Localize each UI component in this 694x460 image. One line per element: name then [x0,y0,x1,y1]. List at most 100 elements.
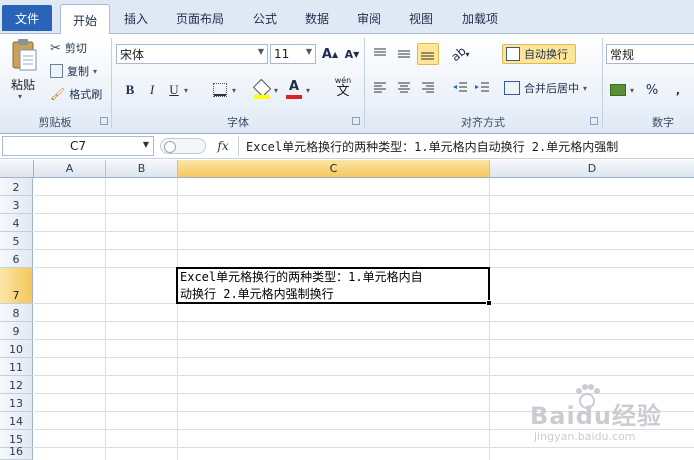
scissors-icon: ✂ [50,40,61,56]
decrease-indent-icon[interactable] [452,80,468,96]
text-orientation-icon: ab [447,43,469,65]
font-size-value: 11 [274,47,290,61]
select-all-corner[interactable] [0,160,34,178]
paste-label: 粘贴 [10,78,35,92]
active-cell-c7[interactable]: Excel单元格换行的两种类型：1.单元格内自 动换行 2.单元格内强制换行 [176,267,490,304]
column-header-a[interactable]: A [34,160,106,178]
fill-color-button[interactable] [252,78,272,99]
row-header-9[interactable]: 9 [0,322,33,340]
format-painter-label: 格式刷 [69,88,103,101]
phonetic-guide-button[interactable]: wén 文 [326,76,360,102]
chevron-down-icon[interactable]: ▾ [232,86,236,95]
align-top-icon[interactable] [372,46,388,62]
alignment-group-label: 对齐方式 [461,116,505,129]
align-right-icon[interactable] [420,80,436,96]
format-painter-button[interactable]: 🖌 格式刷 [50,84,102,104]
chevron-down-icon: ▼ [305,47,312,56]
tab-page-layout[interactable]: 页面布局 [164,7,236,29]
row-header-5[interactable]: 5 [0,232,33,250]
tab-file[interactable]: 文件 [2,5,52,31]
dialog-launcher-icon[interactable] [352,117,360,125]
comma-style-button[interactable]: , [668,80,688,100]
cell-text-line-2: 动换行 2.单元格内强制换行 [180,287,334,301]
shrink-font-button[interactable]: A ▼ [342,44,362,64]
gridline [489,178,490,460]
copy-label: 复制 [67,65,89,78]
paste-icon [12,39,37,71]
chevron-down-icon[interactable]: ▾ [274,86,278,95]
bold-button[interactable]: B [120,80,140,100]
gridline [34,231,694,232]
chevron-down-icon: ▾ [583,83,588,93]
copy-icon [50,64,63,78]
formula-input[interactable]: Excel单元格换行的两种类型：1.单元格内自动换行 2.单元格内强制 [246,136,694,156]
gridline [105,178,106,460]
gridline [34,339,694,340]
tab-add-ins[interactable]: 加载项 [452,7,508,29]
column-header-b[interactable]: B [106,160,178,178]
gridline [34,195,694,196]
font-size-select[interactable]: 11 ▼ [270,44,316,64]
row-header-7[interactable]: 7 [0,268,33,304]
grow-font-button[interactable]: A ▲ [320,44,340,64]
tab-view[interactable]: 视图 [400,7,442,29]
wrap-text-button[interactable]: 自动换行 [502,44,576,64]
tab-formulas[interactable]: 公式 [244,7,286,29]
row-header-12[interactable]: 12 [0,376,33,394]
underline-button[interactable]: U [164,80,184,100]
chevron-down-icon: ▾ [93,66,98,76]
percent-button[interactable]: % [642,80,662,100]
tab-home[interactable]: 开始 [60,4,110,35]
row-header-16[interactable]: 16 [0,445,33,460]
chevron-down-icon[interactable]: ▾ [306,86,310,95]
borders-button[interactable] [210,80,230,100]
cut-label: 剪切 [64,42,87,55]
paintbrush-icon: 🖌 [50,87,66,101]
tab-data[interactable]: 数据 [296,7,338,29]
row-header-2[interactable]: 2 [0,178,33,196]
row-header-10[interactable]: 10 [0,340,33,358]
align-bottom-button[interactable] [417,43,439,65]
cell-text-line-1: Excel单元格换行的两种类型：1.单元格内自 [180,270,423,284]
gridline [34,213,694,214]
number-format-select[interactable]: 常规 [606,44,694,64]
chevron-down-icon[interactable]: ▾ [630,86,634,95]
font-color-icon: A [288,78,300,94]
font-name-select[interactable]: 宋体 ▼ [116,44,268,64]
row-header-13[interactable]: 13 [0,394,33,412]
copy-button[interactable]: 复制 ▾ [50,61,97,81]
row-header-14[interactable]: 14 [0,412,33,430]
dialog-launcher-icon[interactable] [590,117,598,125]
font-color-button[interactable]: A [284,76,304,99]
tab-insert[interactable]: 插入 [114,7,158,29]
italic-button[interactable]: I [142,80,162,100]
row-header-4[interactable]: 4 [0,214,33,232]
align-left-icon[interactable] [372,80,388,96]
orientation-button[interactable]: ab ▾ [447,43,470,65]
row-header-6[interactable]: 6 [0,250,33,268]
row-header-3[interactable]: 3 [0,196,33,214]
fill-handle[interactable] [486,300,492,306]
column-header-c[interactable]: C [178,160,490,178]
row-header-8[interactable]: 8 [0,304,33,322]
font-group-label: 字体 [227,116,249,129]
column-header-d[interactable]: D [490,160,694,178]
merge-center-label: 合并后居中 [524,82,579,95]
formula-divider [238,136,239,156]
paste-button[interactable]: 粘贴 ▾ [6,38,40,102]
insert-function-button[interactable]: fx [212,137,234,155]
tab-review[interactable]: 审阅 [348,7,390,29]
row-header-11[interactable]: 11 [0,358,33,376]
formula-bar-splitter[interactable] [160,138,206,154]
chevron-down-icon[interactable]: ▾ [184,86,188,95]
align-middle-icon[interactable] [396,46,412,62]
align-center-icon[interactable] [396,80,412,96]
cut-button[interactable]: ✂ 剪切 [50,38,87,58]
accounting-format-button[interactable] [608,80,628,100]
currency-icon [610,84,626,96]
name-box[interactable]: C7 ▼ [2,136,154,156]
dialog-launcher-icon[interactable] [100,117,108,125]
increase-indent-icon[interactable] [474,80,490,96]
shrink-font-icon: A [344,47,354,61]
merge-center-button[interactable]: 合并后居中 ▾ [504,78,587,98]
